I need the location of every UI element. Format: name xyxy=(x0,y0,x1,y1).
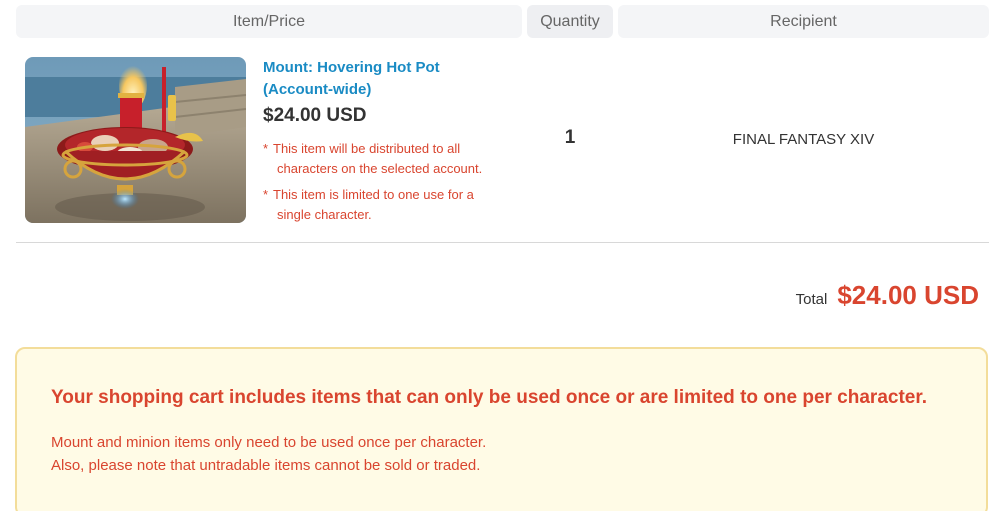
item-name-link[interactable]: Mount: Hovering Hot Pot (Account-wide) xyxy=(263,57,503,101)
notice-line: Also, please note that untradable items … xyxy=(51,457,481,474)
header-item-price: Item/Price xyxy=(16,5,522,38)
notice-title: Your shopping cart includes items that c… xyxy=(51,387,927,408)
item-quantity: 1 xyxy=(564,127,576,148)
total-label: Total xyxy=(795,291,828,308)
cart-total: Total $24.00 USD xyxy=(796,280,979,311)
header-recipient: Recipient xyxy=(618,5,989,38)
hot-pot-mount-image xyxy=(25,57,246,223)
notice-body: Mount and minion items only need to be u… xyxy=(51,431,486,477)
note-marker: * xyxy=(263,187,269,202)
cart-item-row: Mount: Hovering Hot Pot (Account-wide) $… xyxy=(16,38,989,243)
single-use-notice: Your shopping cart includes items that c… xyxy=(15,347,988,511)
header-quantity: Quantity xyxy=(527,5,613,38)
total-value: $24.00 USD xyxy=(837,280,979,310)
item-note: * This item is limited to one use for a s… xyxy=(263,185,503,225)
item-recipient: FINAL FANTASY XIV xyxy=(732,131,875,148)
note-text: This item is limited to one use for a si… xyxy=(273,187,474,222)
notice-line: Mount and minion items only need to be u… xyxy=(51,434,487,451)
note-marker: * xyxy=(263,141,269,156)
note-text: This item will be distributed to all cha… xyxy=(273,141,483,176)
item-thumbnail[interactable] xyxy=(25,57,246,223)
item-notes: * This item will be distributed to all ch… xyxy=(263,139,503,231)
cart-table-header: Item/Price Quantity Recipient xyxy=(16,5,989,38)
item-note: * This item will be distributed to all ch… xyxy=(263,139,503,179)
cart-page: Item/Price Quantity Recipient Mount: Hov… xyxy=(0,0,1000,511)
item-price: $24.00 USD xyxy=(263,105,367,126)
